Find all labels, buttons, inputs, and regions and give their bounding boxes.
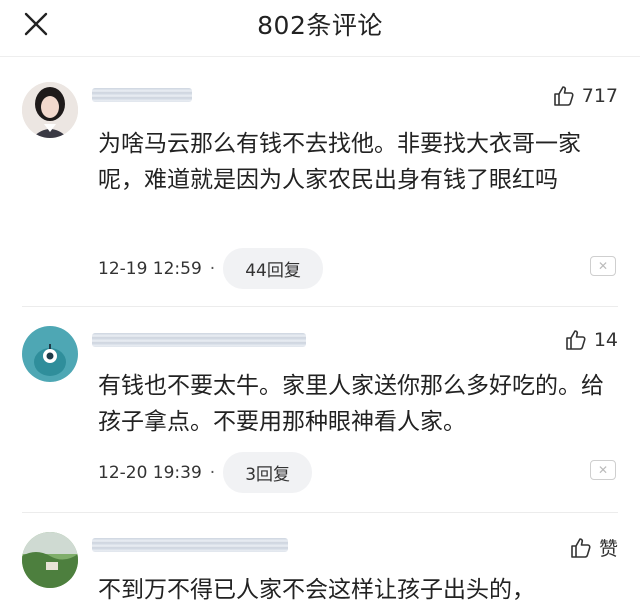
comment-divider bbox=[22, 306, 618, 307]
meta-separator: · bbox=[209, 258, 216, 279]
username-blurred[interactable] bbox=[92, 538, 288, 552]
close-small-icon: ✕ bbox=[597, 259, 609, 273]
comment-text: 不到万不得已人家不会这样让孩子出头的， bbox=[98, 577, 535, 603]
like-button[interactable]: 赞 bbox=[569, 534, 618, 561]
avatar[interactable] bbox=[22, 82, 78, 138]
dislike-button[interactable]: ✕ bbox=[590, 460, 616, 480]
avatar[interactable] bbox=[22, 532, 78, 588]
like-button[interactable]: 14 bbox=[564, 328, 618, 352]
thumbs-up-icon bbox=[571, 537, 591, 558]
like-count: 717 bbox=[581, 85, 618, 107]
username-blurred[interactable] bbox=[92, 88, 192, 102]
thumbs-up-icon bbox=[566, 330, 586, 350]
like-count: 赞 bbox=[598, 538, 618, 560]
comment-text: 为啥马云那么有钱不去找他。非要找大衣哥一家呢，难道就是因为人家农民出身有钱了眼红… bbox=[98, 131, 581, 193]
thumbs-up-icon bbox=[553, 86, 574, 106]
replies-button[interactable]: 3回复 bbox=[223, 452, 313, 493]
replies-button[interactable]: 44回复 bbox=[223, 248, 323, 289]
header-divider bbox=[0, 56, 640, 57]
avatar[interactable] bbox=[22, 326, 78, 382]
username-blurred[interactable] bbox=[92, 333, 306, 347]
dislike-button[interactable]: ✕ bbox=[590, 256, 616, 276]
comment-meta: 12-20 19:39 · 3回复 bbox=[98, 452, 313, 493]
close-small-icon: ✕ bbox=[597, 463, 609, 477]
like-button[interactable]: 717 bbox=[552, 84, 618, 108]
page-title: 802条评论 bbox=[257, 11, 383, 40]
comment-meta: 12-19 12:59 · 44回复 bbox=[98, 248, 323, 289]
like-count: 14 bbox=[593, 329, 618, 351]
comment-text: 有钱也不要太牛。家里人家送你那么多好吃的。给孩子拿点。不要用那种眼神看人家。 bbox=[98, 373, 604, 435]
meta-separator: · bbox=[209, 462, 216, 483]
comments-header: 802条评论 bbox=[0, 0, 640, 52]
comment-time: 12-20 19:39 bbox=[98, 462, 202, 483]
comment-time: 12-19 12:59 bbox=[98, 258, 202, 279]
comment-divider bbox=[22, 512, 618, 513]
